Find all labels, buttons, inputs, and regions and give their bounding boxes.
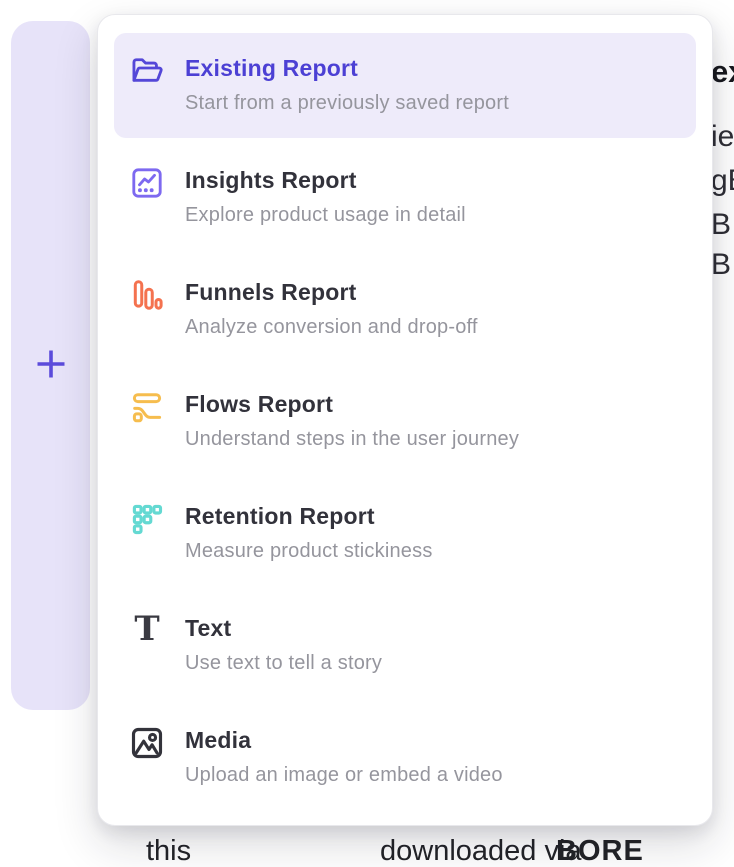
background-text-fragment: gB: [711, 166, 734, 196]
menu-item-media[interactable]: Media Upload an image or embed a video: [114, 705, 696, 810]
menu-item-title: Retention Report: [185, 503, 433, 529]
menu-item-title: Existing Report: [185, 55, 509, 81]
menu-item-title: Insights Report: [185, 167, 466, 193]
background-text-fragment: downloaded via: [380, 837, 582, 866]
menu-item-description: Understand steps in the user journey: [185, 428, 519, 450]
menu-item-retention-report[interactable]: Retention Report Measure product stickin…: [114, 481, 696, 586]
menu-item-flows-report[interactable]: Flows Report Understand steps in the use…: [114, 369, 696, 474]
background-text-fragment: this: [146, 837, 191, 866]
menu-item-title: Funnels Report: [185, 279, 478, 305]
menu-item-funnels-report[interactable]: Funnels Report Analyze conversion and dr…: [114, 257, 696, 362]
folder-open-icon: [129, 53, 165, 89]
background-text-fragment: ex: [711, 56, 734, 87]
background-text-fragment: BORE: [556, 837, 644, 866]
add-card-button[interactable]: [33, 348, 69, 384]
flow-steps-icon: [129, 389, 165, 425]
text-serif-icon: T: [129, 613, 165, 649]
menu-item-insights-report[interactable]: Insights Report Explore product usage in…: [114, 145, 696, 250]
plus-icon: [34, 347, 68, 384]
menu-item-existing-report[interactable]: Existing Report Start from a previously …: [114, 33, 696, 138]
menu-item-title: Text: [185, 615, 382, 641]
menu-item-title: Flows Report: [185, 391, 519, 417]
menu-item-description: Upload an image or embed a video: [185, 764, 503, 786]
menu-item-title: Media: [185, 727, 503, 753]
funnel-bars-icon: [129, 277, 165, 313]
background-text-fragment: B: [711, 250, 731, 280]
add-report-menu: Existing Report Start from a previously …: [97, 14, 713, 826]
menu-item-description: Explore product usage in detail: [185, 204, 466, 226]
report-type-menu: Existing Report Start from a previously …: [114, 33, 696, 810]
insights-chart-icon: [129, 165, 165, 201]
menu-item-description: Measure product stickiness: [185, 540, 433, 562]
retention-grid-icon: [129, 501, 165, 537]
menu-item-text[interactable]: T Text Use text to tell a story: [114, 593, 696, 698]
menu-item-description: Analyze conversion and drop-off: [185, 316, 478, 338]
menu-item-description: Start from a previously saved report: [185, 92, 509, 114]
dashboard-add-sidebar: [11, 21, 90, 710]
menu-item-description: Use text to tell a story: [185, 652, 382, 674]
background-text-fragment: ie: [711, 122, 734, 152]
media-image-icon: [129, 725, 165, 761]
background-text-fragment: B: [711, 210, 731, 240]
